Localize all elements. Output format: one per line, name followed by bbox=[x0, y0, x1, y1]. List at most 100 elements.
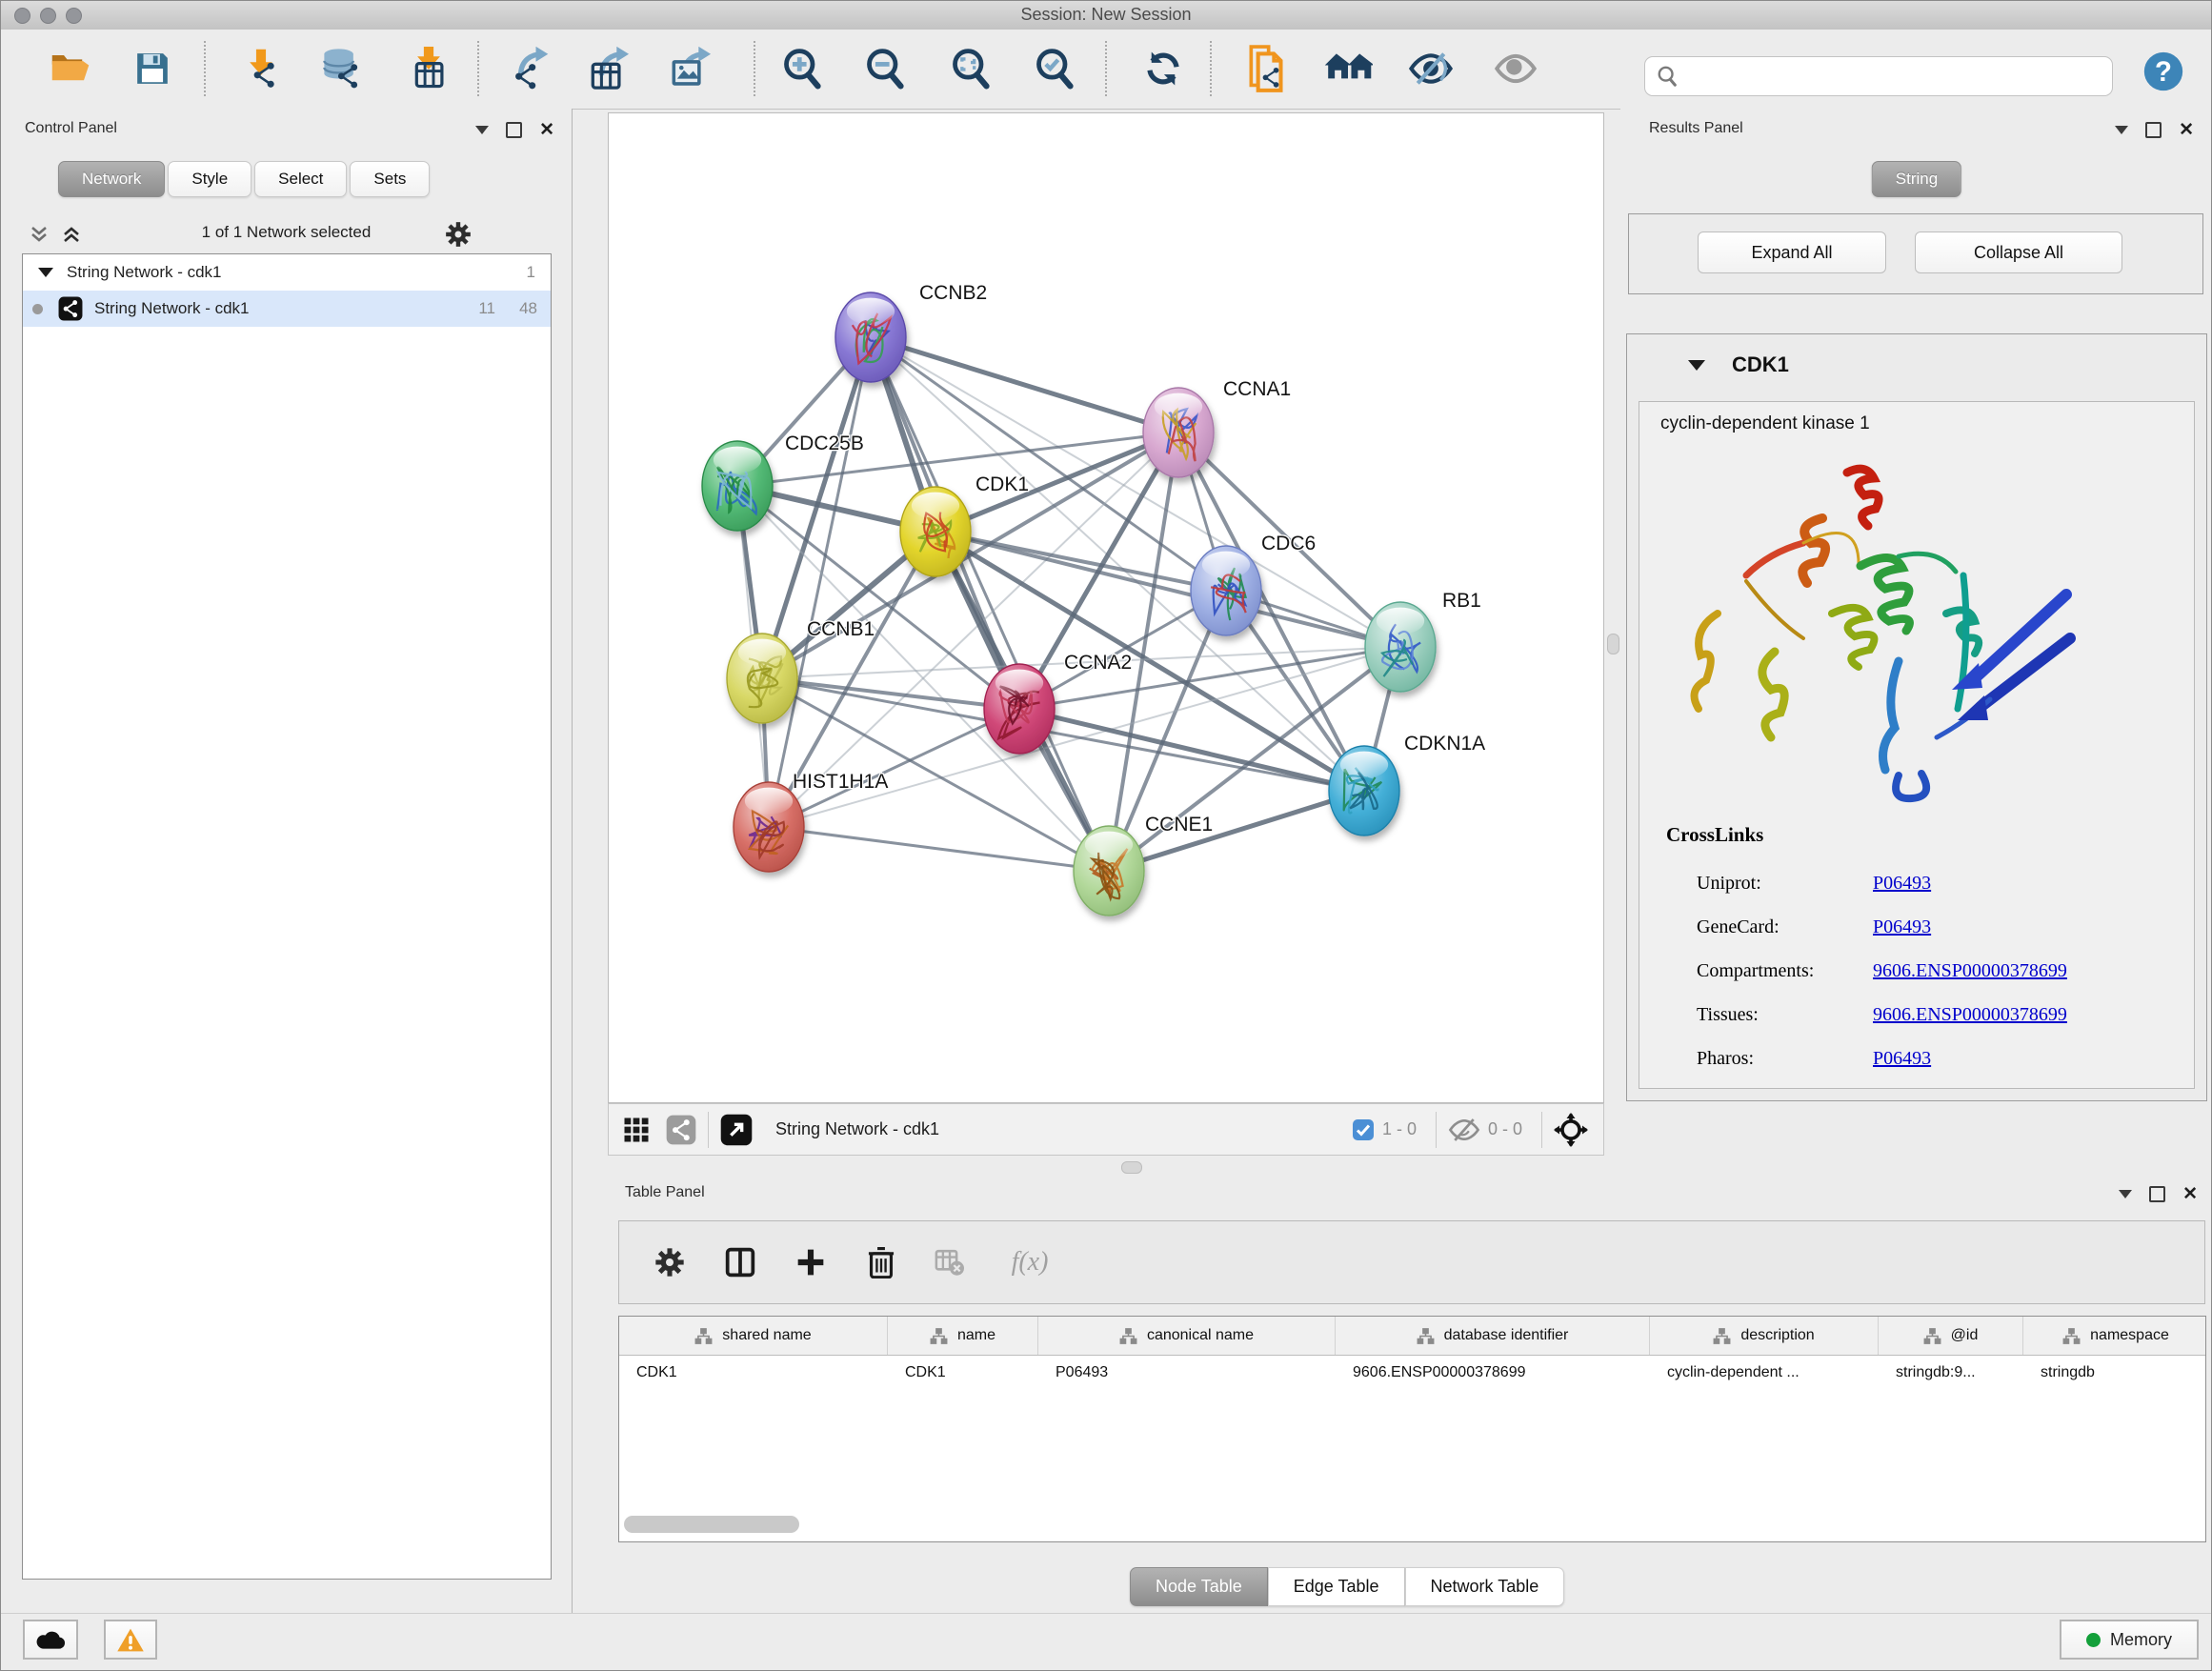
panel-menu-icon[interactable] bbox=[2115, 126, 2128, 134]
column-header-database-identifier[interactable]: database identifier bbox=[1336, 1317, 1650, 1355]
node-CDC6[interactable] bbox=[1191, 546, 1261, 635]
gene-expander-icon[interactable] bbox=[1688, 360, 1705, 371]
table-cell[interactable]: CDK1 bbox=[619, 1364, 888, 1381]
network-collection-row[interactable]: String Network - cdk1 1 bbox=[23, 254, 551, 291]
panel-menu-icon[interactable] bbox=[475, 126, 489, 134]
node-RB1[interactable] bbox=[1365, 602, 1436, 692]
column-header-shared-name[interactable]: shared name bbox=[619, 1317, 888, 1355]
network-row[interactable]: String Network - cdk1 11 48 bbox=[23, 291, 551, 327]
table-cell[interactable]: P06493 bbox=[1038, 1364, 1336, 1381]
edge-HIST1H1A-CCNE1[interactable] bbox=[769, 827, 1109, 871]
show-columns-icon[interactable] bbox=[718, 1240, 762, 1284]
expand-all-button[interactable]: Expand All bbox=[1698, 232, 1886, 273]
edge-CCNA2-HIST1H1A[interactable] bbox=[769, 709, 1019, 827]
grid-mode-icon[interactable] bbox=[622, 1116, 651, 1144]
selected-checkbox-icon[interactable] bbox=[1352, 1118, 1375, 1141]
tab-node-table[interactable]: Node Table bbox=[1130, 1567, 1268, 1606]
network-share-icon[interactable] bbox=[666, 1115, 696, 1145]
float-panel-icon[interactable] bbox=[2149, 1186, 2165, 1202]
table-cell[interactable]: stringdb bbox=[2023, 1364, 2206, 1381]
panel-menu-icon[interactable] bbox=[2119, 1190, 2132, 1198]
add-column-icon[interactable] bbox=[789, 1240, 833, 1284]
crosslink-link[interactable]: 9606.ENSP00000378699 bbox=[1873, 960, 2067, 982]
warnings-button[interactable] bbox=[104, 1620, 157, 1660]
table-horizontal-scrollbar[interactable] bbox=[624, 1516, 799, 1533]
collapse-all-button[interactable]: Collapse All bbox=[1915, 232, 2122, 273]
table-cell[interactable]: CDK1 bbox=[888, 1364, 1038, 1381]
edge-CCNA2-CDKN1A[interactable] bbox=[1019, 709, 1364, 791]
function-builder-icon[interactable]: f(x) bbox=[996, 1240, 1063, 1284]
zoom-out-button[interactable] bbox=[862, 46, 908, 91]
search-input[interactable] bbox=[1685, 67, 2112, 86]
edge-CCNB2-HIST1H1A[interactable] bbox=[769, 337, 871, 827]
zoom-fit-button[interactable] bbox=[948, 46, 994, 91]
column-header-canonical-name[interactable]: canonical name bbox=[1038, 1317, 1336, 1355]
table-cell[interactable]: 9606.ENSP00000378699 bbox=[1336, 1364, 1650, 1381]
import-table-from-file-button[interactable] bbox=[406, 46, 452, 91]
edge-CCNB2-CCNA1[interactable] bbox=[871, 337, 1178, 433]
tab-select[interactable]: Select bbox=[254, 161, 347, 197]
table-cell[interactable]: stringdb:9... bbox=[1879, 1364, 2023, 1381]
delete-column-icon[interactable] bbox=[859, 1240, 903, 1284]
tab-string[interactable]: String bbox=[1872, 161, 1961, 197]
node-CDK1[interactable] bbox=[900, 487, 971, 576]
export-network-button[interactable] bbox=[507, 46, 553, 91]
node-CCNA1[interactable] bbox=[1143, 388, 1214, 477]
column-header-namespace[interactable]: namespace bbox=[2023, 1317, 2206, 1355]
edge-CCNB1-CCNA2[interactable] bbox=[762, 678, 1019, 709]
table-options-gear-icon[interactable] bbox=[648, 1240, 692, 1284]
clone-network-button[interactable] bbox=[1242, 46, 1288, 91]
horizontal-splitter-handle[interactable] bbox=[1121, 1161, 1142, 1174]
node-CCNA2[interactable] bbox=[984, 664, 1055, 754]
edge-CCNB2-CCNE1[interactable] bbox=[871, 337, 1109, 871]
tab-network[interactable]: Network bbox=[58, 161, 165, 197]
tab-network-table[interactable]: Network Table bbox=[1405, 1567, 1565, 1606]
apply-layout-button[interactable] bbox=[1140, 46, 1186, 91]
close-panel-icon[interactable]: ✕ bbox=[2179, 124, 2194, 136]
float-panel-icon[interactable] bbox=[506, 122, 522, 138]
node-HIST1H1A[interactable] bbox=[734, 782, 804, 872]
pan-crosshair-icon[interactable] bbox=[1554, 1113, 1588, 1147]
node-CCNB1[interactable] bbox=[727, 634, 797, 723]
tab-edge-table[interactable]: Edge Table bbox=[1268, 1567, 1405, 1606]
column-header-name[interactable]: name bbox=[888, 1317, 1038, 1355]
save-session-button[interactable] bbox=[130, 46, 175, 91]
table-cell[interactable]: cyclin-dependent ... bbox=[1650, 1364, 1879, 1381]
collection-expander-icon[interactable] bbox=[38, 268, 53, 277]
close-panel-icon[interactable]: ✕ bbox=[539, 124, 554, 136]
export-table-button[interactable] bbox=[586, 46, 632, 91]
tab-style[interactable]: Style bbox=[168, 161, 251, 197]
import-network-from-file-button[interactable] bbox=[238, 46, 284, 91]
cloud-button[interactable] bbox=[23, 1620, 78, 1660]
import-network-from-database-button[interactable] bbox=[319, 46, 365, 91]
column-header-description[interactable]: description bbox=[1650, 1317, 1879, 1355]
node-CDC25B[interactable] bbox=[702, 441, 773, 531]
network-canvas[interactable]: CCNB2CCNA1CDC25BCDK1CDC6RB1CCNB1CCNA2CDK… bbox=[608, 112, 1604, 1103]
delete-table-icon[interactable] bbox=[928, 1240, 972, 1284]
node-CCNB2[interactable] bbox=[835, 292, 906, 382]
memory-button[interactable]: Memory bbox=[2060, 1620, 2199, 1660]
hidden-eye-icon[interactable] bbox=[1448, 1117, 1480, 1143]
crosslink-link[interactable]: 9606.ENSP00000378699 bbox=[1873, 1004, 2067, 1026]
tab-sets[interactable]: Sets bbox=[350, 161, 430, 197]
help-button[interactable]: ? bbox=[2141, 49, 2186, 94]
graphics-details-button[interactable] bbox=[1493, 46, 1538, 91]
detach-view-icon[interactable] bbox=[720, 1114, 753, 1146]
show-all-networks-button[interactable] bbox=[1325, 46, 1371, 91]
export-image-button[interactable] bbox=[668, 46, 714, 91]
crosslink-link[interactable]: P06493 bbox=[1873, 873, 1931, 895]
zoom-selected-button[interactable] bbox=[1032, 46, 1077, 91]
vertical-splitter-handle[interactable] bbox=[1607, 634, 1619, 654]
open-session-button[interactable] bbox=[48, 46, 93, 91]
table-row[interactable]: CDK1CDK1P064939606.ENSP00000378699cyclin… bbox=[619, 1356, 2205, 1390]
crosslink-link[interactable]: P06493 bbox=[1873, 916, 1931, 938]
float-panel-icon[interactable] bbox=[2145, 122, 2162, 138]
node-CCNE1[interactable] bbox=[1074, 826, 1144, 916]
close-panel-icon[interactable]: ✕ bbox=[2182, 1188, 2198, 1200]
zoom-in-button[interactable] bbox=[779, 46, 825, 91]
hide-show-graphics-button[interactable] bbox=[1408, 46, 1454, 91]
network-options-gear-icon[interactable] bbox=[445, 221, 472, 248]
crosslink-link[interactable]: P06493 bbox=[1873, 1048, 1931, 1070]
gene-section-header[interactable]: CDK1 bbox=[1627, 344, 2206, 386]
node-CDKN1A[interactable] bbox=[1329, 746, 1399, 836]
